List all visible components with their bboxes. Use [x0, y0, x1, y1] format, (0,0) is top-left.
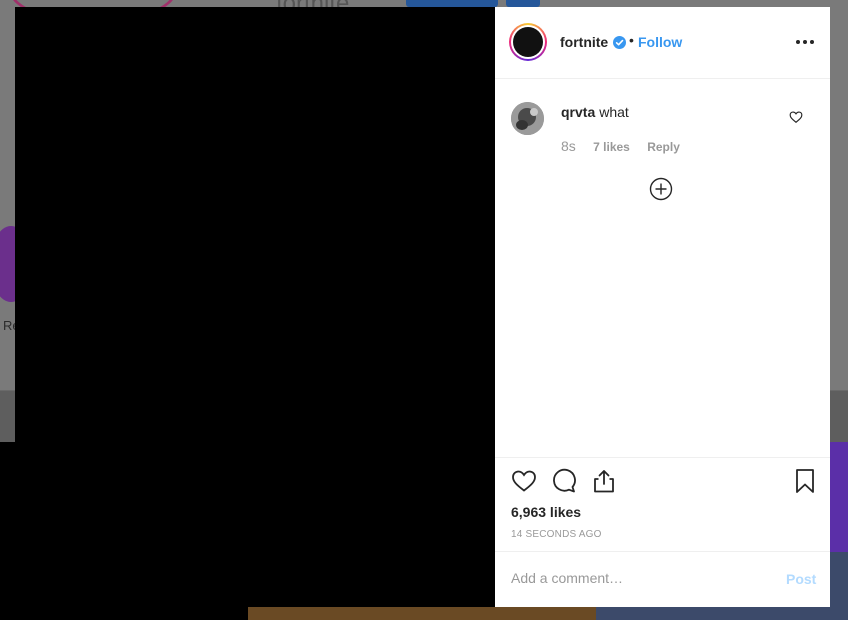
author-avatar-image — [513, 27, 543, 57]
commenter-avatar[interactable] — [511, 102, 544, 135]
comment-username[interactable]: qrvta — [561, 104, 595, 120]
add-comment-divider — [495, 551, 830, 552]
comment-text: qrvta what — [561, 104, 629, 120]
actions-divider — [495, 457, 830, 458]
post-timestamp[interactable]: 14 SECONDS AGO — [511, 529, 602, 540]
post-media[interactable] — [15, 7, 495, 607]
author-avatar[interactable] — [509, 23, 547, 61]
likes-count[interactable]: 6,963 likes — [511, 504, 581, 520]
follow-button[interactable]: Follow — [638, 34, 682, 50]
comment-icon[interactable] — [551, 468, 577, 494]
commenter-avatar-image — [511, 102, 544, 135]
bookmark-icon[interactable] — [792, 468, 818, 494]
add-comment-input[interactable] — [511, 570, 751, 586]
comment-time[interactable]: 8s — [561, 138, 576, 154]
grid-thumbnail-edge — [830, 442, 848, 552]
separator-dot: • — [629, 32, 634, 48]
comment-like-icon[interactable] — [789, 110, 803, 124]
profile-dropdown-button — [506, 0, 540, 7]
comment-likes[interactable]: 7 likes — [593, 140, 630, 154]
more-options-icon[interactable] — [794, 32, 816, 52]
post-details-panel: fortnite • Follow qrvta what 8s 7 likes … — [495, 7, 830, 607]
post-comment-button[interactable]: Post — [786, 571, 816, 587]
author-username[interactable]: fortnite — [560, 34, 608, 50]
comment-body: what — [599, 104, 629, 120]
comment-meta: 8s 7 likes Reply — [561, 138, 694, 154]
post-header: fortnite • Follow — [495, 7, 830, 79]
plus-circle-icon[interactable] — [649, 177, 673, 201]
profile-follow-button — [406, 0, 498, 7]
heart-icon[interactable] — [511, 468, 537, 494]
verified-badge-icon — [613, 36, 626, 49]
share-icon[interactable] — [591, 468, 617, 494]
comment-reply-button[interactable]: Reply — [647, 140, 680, 154]
